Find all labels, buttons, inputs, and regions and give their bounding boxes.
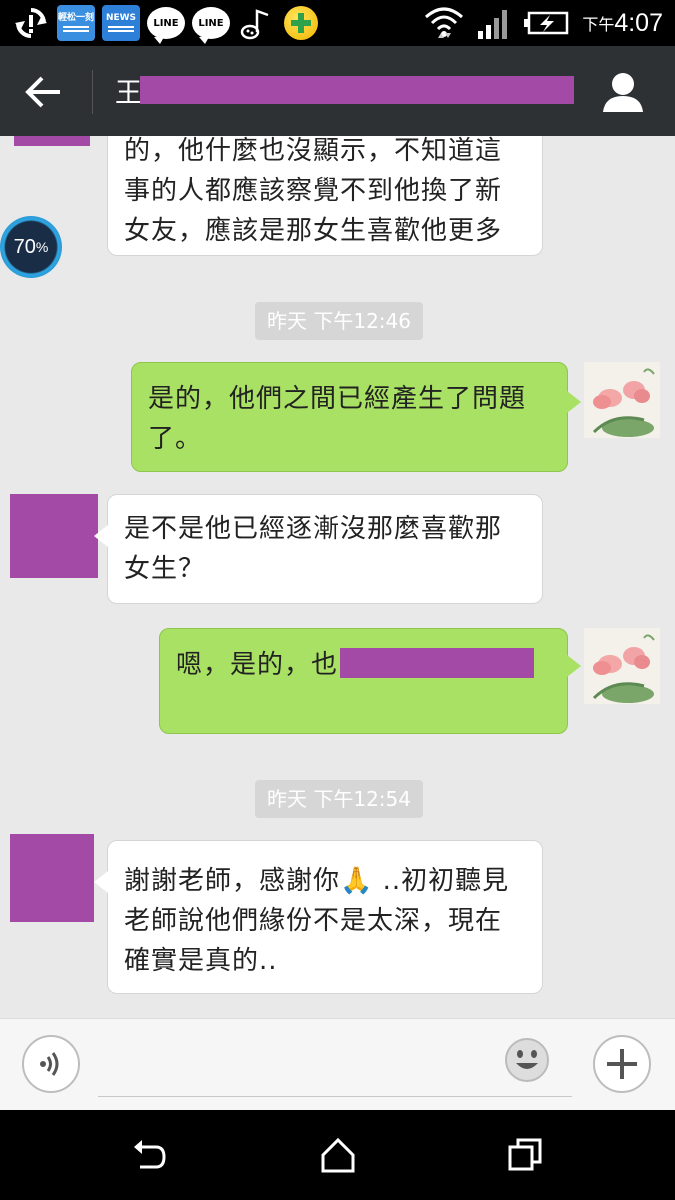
line-app-icon: LINE — [147, 4, 185, 44]
timestamp: 昨天 下午12:46 — [255, 302, 423, 340]
app-tile-icon: 輕松一刻 — [57, 5, 95, 41]
avatar[interactable] — [14, 136, 90, 146]
message-outgoing[interactable]: 嗯，是的，也 — [159, 628, 581, 734]
sync-icon — [12, 4, 50, 42]
message-line: 是不是他已經逐漸沒那麼喜歡那 — [124, 514, 503, 544]
plus-app-icon — [282, 4, 320, 42]
message-line: 女友，應該是那女生喜歡他更多 — [124, 216, 503, 246]
message-incoming[interactable]: 的，他什麼也沒顯示，不知道這 事的人都應該察覺不到他換了新 女友，應該是那女生喜… — [107, 136, 543, 256]
back-button[interactable] — [22, 72, 66, 112]
header-divider — [92, 70, 93, 114]
smiley-icon — [505, 1038, 549, 1082]
message-line: 的，他什麼也沒顯示，不知道這 — [124, 136, 503, 166]
pray-emoji-icon: 🙏 — [340, 866, 374, 896]
line-app-icon: LINE — [192, 4, 230, 44]
progress-badge[interactable]: 70% — [0, 216, 62, 278]
more-button[interactable] — [593, 1035, 651, 1093]
back-nav-button[interactable] — [130, 1135, 170, 1175]
person-icon — [603, 73, 643, 112]
voice-button[interactable] — [22, 1035, 80, 1093]
back-arrow-icon — [25, 76, 60, 108]
message-line: 了。 — [148, 424, 203, 454]
message-line: 謝謝老師，感謝你🙏 ..初初聽見 — [124, 866, 510, 896]
message-outgoing[interactable]: 是的，他們之間已經產生了問題 了。 — [131, 362, 581, 472]
my-avatar[interactable] — [584, 362, 660, 438]
message-line: 女生？ — [124, 554, 206, 584]
message-input[interactable] — [98, 1037, 572, 1097]
chat-history[interactable]: 的，他什麼也沒顯示，不知道這 事的人都應該察覺不到他換了新 女友，應該是那女生喜… — [0, 136, 675, 1018]
redaction-bar — [140, 76, 574, 104]
avatar[interactable] — [10, 834, 94, 922]
notification-icons: 輕松一刻 NEWS LINE LINE — [12, 4, 320, 44]
redaction-bar — [340, 648, 534, 678]
voice-icon — [40, 1052, 59, 1076]
signal-icon — [478, 10, 508, 39]
home-nav-icon — [321, 1137, 355, 1173]
message-incoming[interactable]: 是不是他已經逐漸沒那麼喜歡那 女生？ — [94, 494, 543, 604]
chat-header: 王 — [0, 46, 675, 136]
input-bar — [0, 1018, 675, 1110]
contact-name: 王 — [115, 78, 142, 109]
emoji-button[interactable] — [504, 1037, 550, 1083]
message-line: 是的，他們之間已經產生了問題 — [148, 384, 527, 414]
lotus-avatar-icon — [584, 362, 660, 438]
lotus-avatar-icon — [584, 628, 660, 704]
battery-charging-icon — [524, 11, 569, 35]
status-indicators: 下午 4:07 — [424, 0, 663, 46]
message-line: 確實是真的.. — [124, 946, 278, 976]
avatar[interactable] — [10, 494, 98, 578]
my-avatar[interactable] — [584, 628, 660, 704]
timestamp: 昨天 下午12:54 — [255, 780, 423, 818]
clock: 4:07 — [614, 8, 663, 37]
plus-icon — [607, 1049, 637, 1079]
message-line: 老師說他們緣份不是太深，現在 — [124, 906, 503, 936]
music-note-icon — [237, 4, 275, 42]
time-prefix: 下午 — [582, 15, 615, 34]
back-nav-icon — [134, 1140, 166, 1169]
message-incoming[interactable]: 謝謝老師，感謝你🙏 ..初初聽見 老師說他們緣份不是太深，現在 確實是真的.. — [94, 840, 543, 994]
news-app-icon: NEWS — [102, 5, 140, 41]
message-line: 事的人都應該察覺不到他換了新 — [124, 176, 503, 206]
wifi-icon — [425, 7, 464, 38]
status-bar: 輕松一刻 NEWS LINE LINE 下午 4:07 — [0, 0, 675, 46]
profile-button[interactable] — [601, 70, 645, 114]
recents-nav-icon — [508, 1138, 542, 1171]
home-nav-button[interactable] — [318, 1135, 358, 1175]
recents-nav-button[interactable] — [505, 1135, 545, 1175]
navigation-bar — [0, 1110, 675, 1200]
